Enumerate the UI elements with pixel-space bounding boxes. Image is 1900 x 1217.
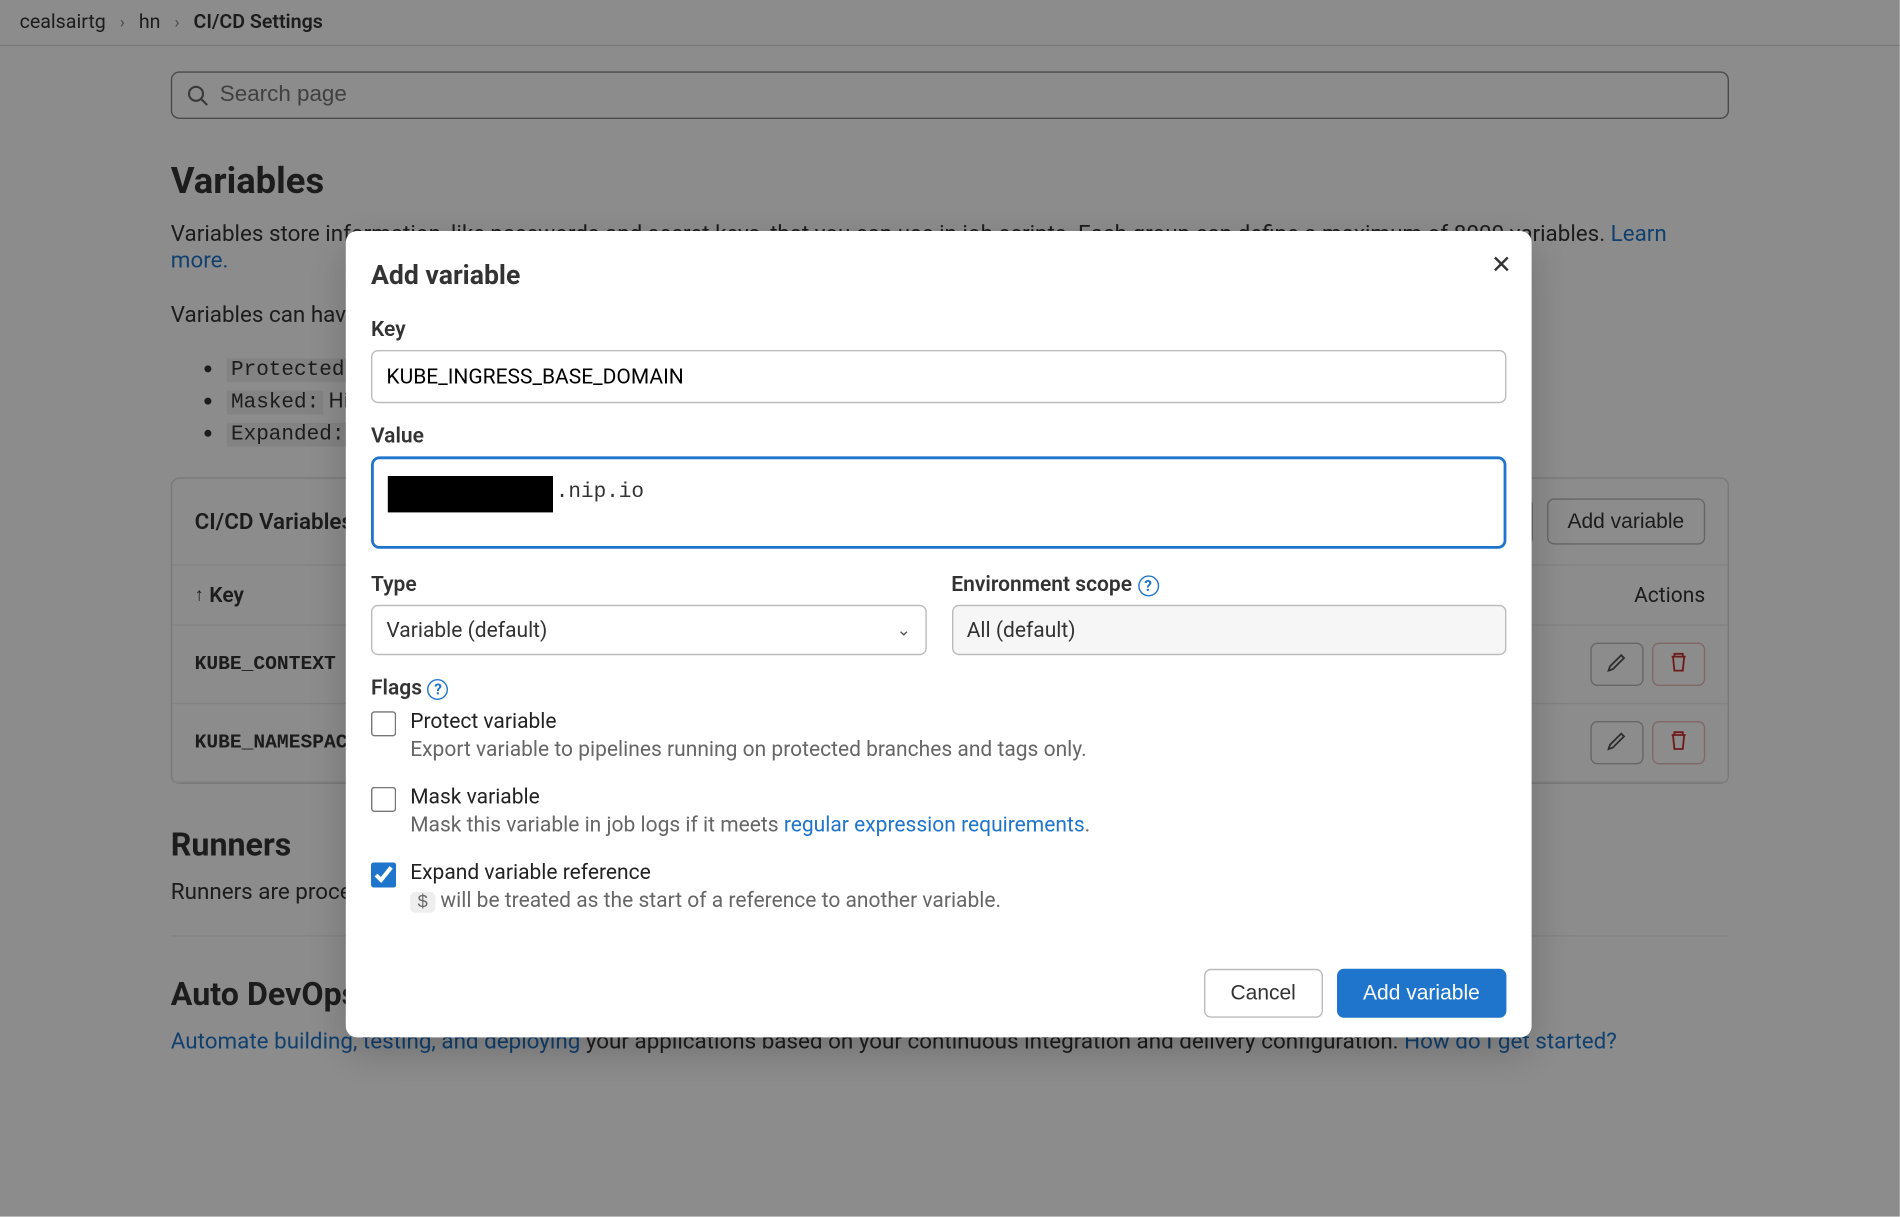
dollar-chip: $ xyxy=(410,892,435,913)
value-label: Value xyxy=(371,423,1506,448)
flags-label: Flags? xyxy=(371,675,1506,700)
protect-variable-checkbox[interactable] xyxy=(371,711,396,736)
protect-variable-title: Protect variable xyxy=(410,708,1086,733)
redacted-value xyxy=(388,476,553,512)
type-label: Type xyxy=(371,571,926,596)
chevron-down-icon: ⌄ xyxy=(897,620,911,640)
mask-variable-desc: Mask this variable in job logs if it mee… xyxy=(410,812,1090,837)
mask-variable-checkbox[interactable] xyxy=(371,787,396,812)
key-label: Key xyxy=(371,316,1506,341)
value-suffix: .nip.io xyxy=(556,480,644,504)
env-scope-select[interactable]: All (default) xyxy=(951,605,1506,655)
type-select[interactable]: Variable (default)⌄ xyxy=(371,605,926,655)
close-icon[interactable]: ✕ xyxy=(1491,251,1512,280)
help-icon[interactable]: ? xyxy=(1138,575,1159,596)
help-icon[interactable]: ? xyxy=(428,678,449,699)
env-scope-label: Environment scope? xyxy=(951,571,1506,596)
expand-variable-checkbox[interactable] xyxy=(371,862,396,887)
key-input[interactable] xyxy=(371,350,1506,403)
protect-variable-desc: Export variable to pipelines running on … xyxy=(410,736,1086,761)
value-textarea[interactable]: .nip.io xyxy=(371,456,1506,548)
cancel-button[interactable]: Cancel xyxy=(1204,969,1323,1018)
regex-requirements-link[interactable]: regular expression requirements xyxy=(784,812,1085,837)
submit-add-variable-button[interactable]: Add variable xyxy=(1336,969,1506,1018)
expand-variable-desc: $ will be treated as the start of a refe… xyxy=(410,888,1001,913)
mask-variable-title: Mask variable xyxy=(410,784,1090,809)
modal-title: Add variable xyxy=(371,259,1506,291)
expand-variable-title: Expand variable reference xyxy=(410,860,1001,885)
add-variable-modal: ✕ Add variable Key Value .nip.io Type Va… xyxy=(346,231,1532,1037)
